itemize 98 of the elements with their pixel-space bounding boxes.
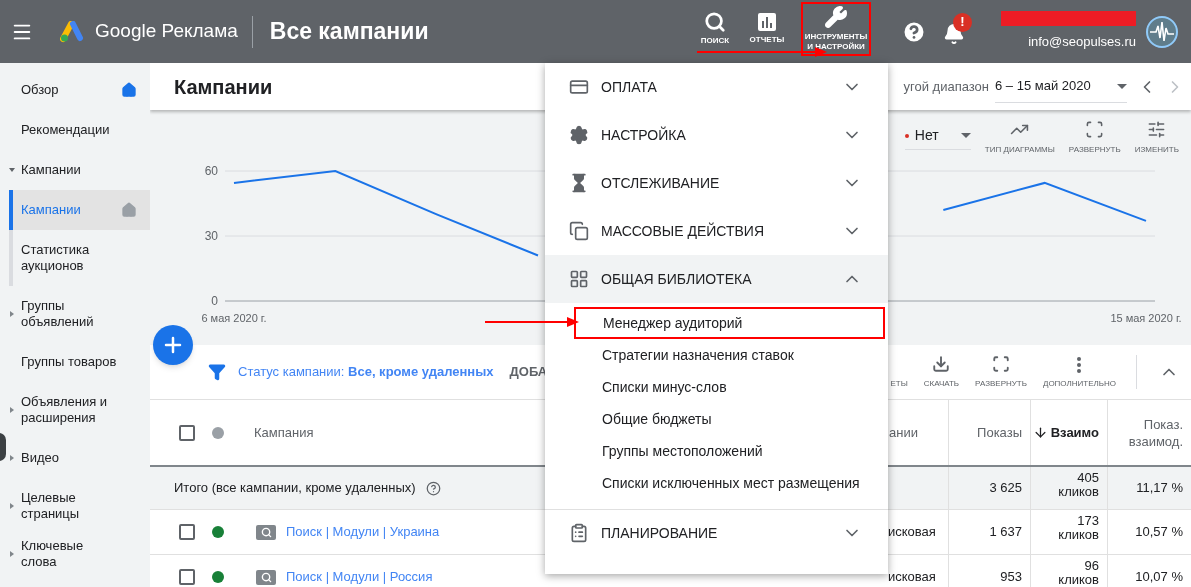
menu-item[interactable]: Группы местоположений	[573, 435, 860, 467]
table-cell-text: 10,57 %	[1135, 523, 1183, 542]
date-range-dropdown[interactable]: 6 – 15 май 2020	[995, 70, 1127, 103]
dropdown-caret-icon	[960, 133, 971, 138]
table-cell-text: 953	[1000, 568, 1022, 587]
campaign-link[interactable]: Поиск | Модули | Россия	[286, 567, 433, 587]
checkbox[interactable]	[179, 569, 195, 585]
search-icon	[704, 11, 726, 33]
menu-item[interactable]: Списки исключенных мест размещения	[573, 467, 860, 499]
sidebar-item[interactable]: Рекомендации	[9, 110, 150, 150]
clipboard-icon	[569, 523, 589, 543]
chart-action-button[interactable]: РАЗВЕРНУТЬ	[1068, 120, 1121, 156]
sliders-icon	[1147, 120, 1167, 139]
column-header[interactable]: Показ. взаимод.	[1107, 400, 1191, 465]
table-action-button[interactable]: СКАЧАТЬ	[923, 354, 960, 390]
copy-icon	[569, 221, 589, 241]
caret-icon[interactable]	[9, 503, 15, 509]
menu-section-header[interactable]: ПЛАНИРОВАНИЕ	[545, 509, 888, 557]
checkbox[interactable]	[179, 424, 195, 441]
add-filter-link[interactable]: ДОБА	[509, 362, 548, 382]
menu-item[interactable]: Стратегии назначения ставок	[573, 339, 860, 371]
axis-label: 0	[211, 294, 218, 308]
toolbar-button[interactable]: ПОИСК	[691, 1, 739, 56]
menu-item[interactable]: Общие бюджеты	[573, 403, 860, 435]
menu-section-header[interactable]: МАССОВЫЕ ДЕЙСТВИЯ	[545, 207, 888, 255]
grid-icon	[569, 269, 589, 289]
avatar-icon[interactable]	[1146, 15, 1178, 48]
sidebar-item[interactable]: Статистика аукционов	[9, 230, 150, 286]
table-action-button[interactable]: ЕТЫ	[890, 354, 908, 390]
page-title: Все кампании	[269, 17, 429, 47]
axis-label: 15 мая 2020 г.	[1110, 312, 1182, 324]
caret-icon[interactable]	[9, 407, 15, 413]
table-action-button[interactable]: ДОПОЛНИТЕЛЬНО	[1042, 354, 1116, 390]
campaign-status-filter[interactable]: Статус кампании: Все, кроме удаленных	[238, 362, 494, 382]
sidebar-item[interactable]: Кампании	[9, 150, 150, 190]
caret-icon[interactable]	[9, 167, 15, 173]
sidebar-item[interactable]: Группы товаров	[9, 342, 150, 382]
wrench-icon	[824, 5, 848, 29]
app-name: Google Реклама	[95, 19, 238, 44]
axis-label: 60	[204, 164, 218, 178]
toolbar-button[interactable]: ОТЧЕТЫ	[743, 1, 791, 56]
table-cell-text: 10,07 %	[1135, 568, 1183, 587]
compare-dropdown[interactable]: Нет	[904, 122, 971, 150]
search-campaign-icon	[256, 524, 276, 540]
expand-icon	[1085, 120, 1105, 139]
checkbox[interactable]	[179, 524, 195, 540]
column-header[interactable]: ании	[888, 400, 948, 465]
card-icon	[569, 77, 589, 97]
chart-action-button[interactable]: ИЗМЕНИТЬ	[1134, 120, 1179, 156]
campaign-link[interactable]: Поиск | Модули | Украина	[286, 522, 440, 542]
sidebar-item[interactable]: Кампании	[9, 190, 150, 230]
table-cell-text: 1 637	[989, 523, 1022, 542]
gear-icon	[569, 125, 589, 145]
column-header[interactable]: Показы	[948, 400, 1030, 465]
date-range-label: угой диапазон	[903, 77, 989, 96]
sidebar-item[interactable]: Видео	[9, 438, 150, 478]
page-heading: Кампании	[174, 74, 273, 100]
menu-section-header[interactable]: ОБЩАЯ БИБЛИОТЕКА	[545, 255, 888, 303]
notification-badge: !	[953, 12, 972, 32]
total-row-label: Итого (все кампании, кроме удаленных)	[174, 479, 416, 498]
download-icon	[932, 355, 951, 373]
table-cell-text: 96 кликов	[1057, 559, 1099, 587]
table-cell-text: 3 625	[989, 479, 1022, 498]
caret-icon[interactable]	[9, 455, 15, 461]
table-cell-text: 405 кликов	[1057, 471, 1099, 499]
table-cell-text: исковая	[888, 523, 936, 542]
sidebar-item[interactable]: Обзор	[9, 70, 150, 110]
menu-item[interactable]: Менеджер аудиторий	[574, 307, 885, 339]
expand-icon	[992, 355, 1010, 373]
menu-section-header[interactable]: ОПЛАТА	[545, 63, 888, 111]
axis-label: 6 мая 2020 г.	[201, 312, 267, 324]
menu-item[interactable]: Списки минус-слов	[573, 371, 860, 403]
filter-icon[interactable]	[208, 363, 226, 381]
menu-section-header[interactable]: ОТСЛЕЖИВАНИЕ	[545, 159, 888, 207]
table-action-button[interactable]: РАЗВЕРНУТЬ	[975, 354, 1027, 390]
sidebar-item[interactable]: Ключевые слова	[9, 534, 150, 574]
caret-icon[interactable]	[9, 551, 15, 557]
table-cell-text: 173 кликов	[1057, 514, 1099, 542]
reports-icon	[757, 12, 777, 32]
hourglass-icon	[569, 173, 589, 193]
home-icon[interactable]	[121, 82, 137, 98]
caret-icon[interactable]	[9, 311, 15, 317]
sidebar-item[interactable]: Целевые страницы	[9, 478, 150, 534]
sort-arrow-icon	[1032, 425, 1048, 440]
toolbar-button[interactable]: ИНСТРУМЕНТЫ И НАСТРОЙКИ	[801, 1, 871, 56]
account-email: info@seopulses.ru	[1028, 33, 1136, 52]
chart-action-button[interactable]: ТИП ДИАГРАММЫ	[984, 120, 1055, 156]
sidebar-item[interactable]: Объявления и расширения	[9, 382, 150, 438]
menu-section-header[interactable]: НАСТРОЙКА	[545, 111, 888, 159]
logo-icon	[60, 20, 84, 43]
help-icon[interactable]	[425, 480, 441, 496]
dropdown-caret-icon	[1117, 83, 1127, 89]
sidebar-item[interactable]: Группы объявлений	[9, 286, 150, 342]
more-icon	[1077, 357, 1082, 373]
column-header[interactable]: Взаимо	[1030, 400, 1107, 465]
axis-label: 30	[204, 229, 218, 243]
table-cell-text: 11,17 %	[1136, 479, 1183, 498]
table-cell-text: исковая	[888, 568, 936, 587]
